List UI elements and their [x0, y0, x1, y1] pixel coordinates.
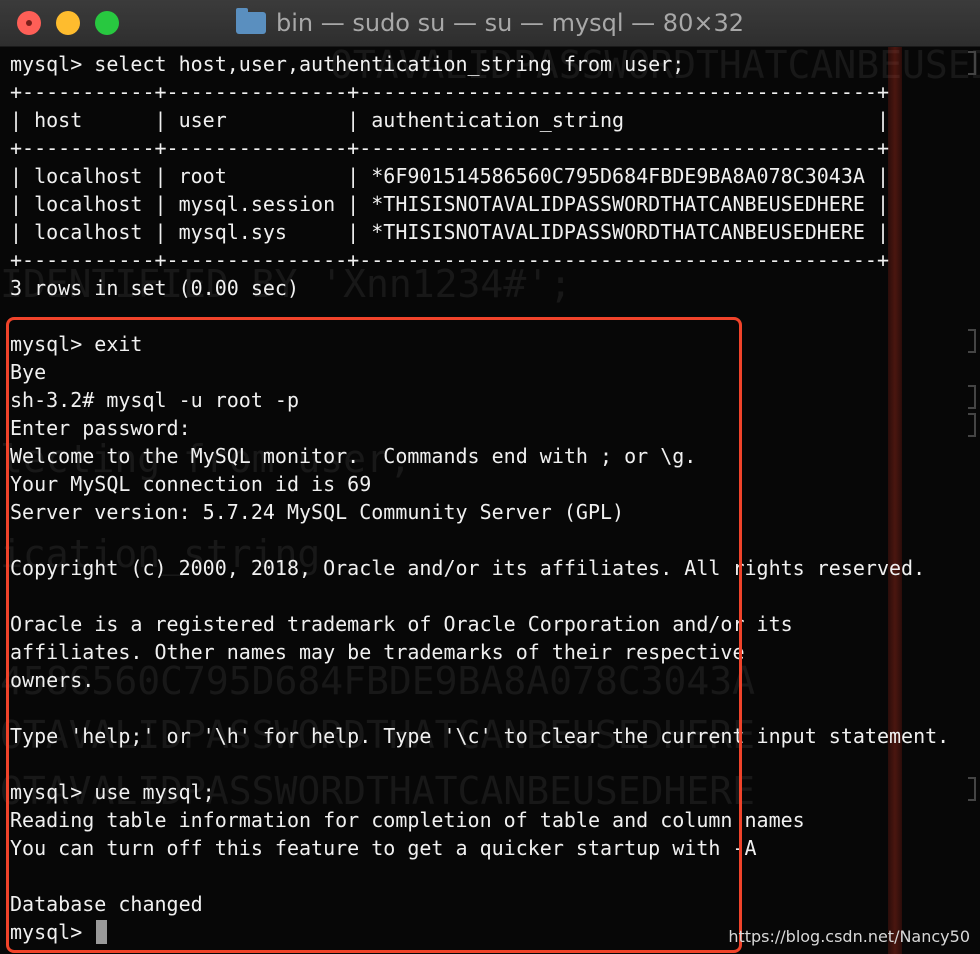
terminal-window: bin — sudo su — su — mysql — 80×32 OTAVA… — [0, 0, 980, 954]
terminal-line: Bye — [10, 360, 47, 384]
scroll-marker — [968, 777, 976, 801]
scroll-marker — [968, 413, 976, 437]
terminal-line: Welcome to the MySQL monitor. Commands e… — [10, 444, 697, 468]
terminal-line: Your MySQL connection id is 69 — [10, 472, 372, 496]
scroll-marker — [968, 329, 976, 353]
folder-icon — [235, 8, 266, 34]
watermark: https://blog.csdn.net/Nancy50 — [728, 927, 970, 946]
terminal-line: +-----------+---------------+-----------… — [10, 136, 889, 160]
terminal-line: mysql> select host,user,authentication_s… — [10, 52, 685, 76]
title-bar[interactable]: bin — sudo su — su — mysql — 80×32 — [0, 0, 980, 47]
terminal-line: Oracle is a registered trademark of Orac… — [10, 612, 793, 636]
window-title-wrap: bin — sudo su — su — mysql — 80×32 — [0, 0, 980, 46]
terminal-line: owners. — [10, 668, 95, 692]
terminal-line: affiliates. Other names may be trademark… — [10, 640, 745, 664]
scroll-marker — [968, 51, 976, 75]
window-title: bin — sudo su — su — mysql — 80×32 — [275, 9, 744, 37]
terminal-line: Copyright (c) 2000, 2018, Oracle and/or … — [10, 556, 926, 580]
terminal-line: Reading table information for completion… — [10, 808, 805, 832]
terminal-line: You can turn off this feature to get a q… — [10, 836, 757, 860]
terminal-line: Database changed — [10, 892, 203, 916]
terminal-line: | localhost | mysql.session | *THISISNOT… — [10, 192, 889, 216]
scroll-marker — [968, 385, 976, 409]
terminal-line: +-----------+---------------+-----------… — [10, 248, 889, 272]
terminal-line: Server version: 5.7.24 MySQL Community S… — [10, 500, 625, 524]
terminal-line: Enter password: — [10, 416, 191, 440]
terminal-output: mysql> select host,user,authentication_s… — [10, 50, 949, 946]
terminal-line: 3 rows in set (0.00 sec) — [10, 276, 299, 300]
terminal-line: | localhost | root | *6F901514586560C795… — [10, 164, 889, 188]
terminal-line: +-----------+---------------+-----------… — [10, 80, 889, 104]
text-cursor — [96, 920, 108, 944]
terminal-line: sh-3.2# mysql -u root -p — [10, 388, 299, 412]
terminal-line: mysql> use mysql; — [10, 780, 215, 804]
terminal-line: mysql> exit — [10, 332, 143, 356]
prompt-text: mysql> — [10, 920, 95, 944]
terminal-line: Type 'help;' or '\h' for help. Type '\c'… — [10, 724, 950, 748]
terminal-content[interactable]: OTAVALIDPASSWORDTHATCANBEUSEDHERE IDENTI… — [0, 47, 980, 954]
terminal-line: | localhost | mysql.sys | *THISISNOTAVAL… — [10, 220, 889, 244]
terminal-line: | host | user | authentication_string | — [10, 108, 889, 132]
